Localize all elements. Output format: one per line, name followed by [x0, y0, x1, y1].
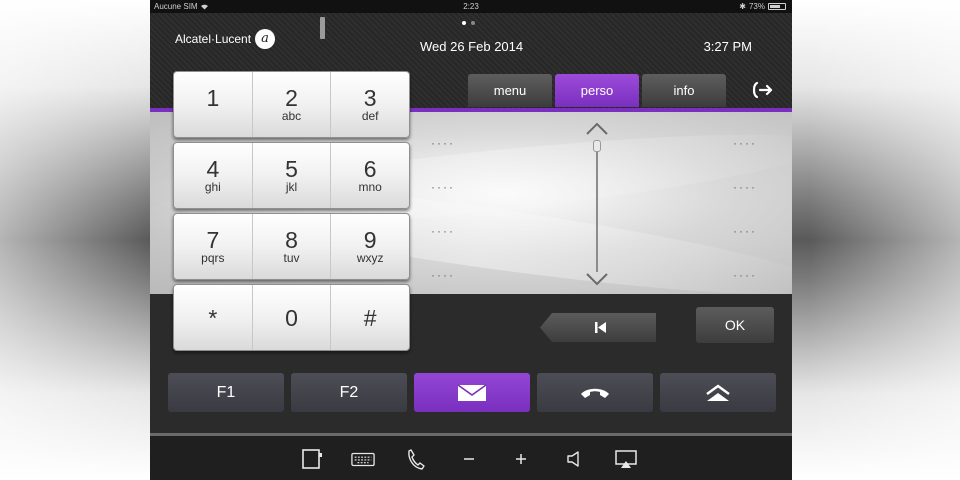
dial-key-6[interactable]: 6 mno — [330, 143, 409, 208]
dialpad-row: * 0 # — [173, 284, 410, 351]
dial-digit: 6 — [363, 156, 377, 182]
expand-button[interactable] — [660, 373, 776, 412]
scroll-track[interactable] — [596, 148, 598, 272]
dial-digit: 8 — [285, 227, 298, 253]
dial-letters: abc — [281, 109, 302, 123]
dial-key-4[interactable]: 4 ghi — [174, 143, 252, 208]
bottom-toolbar — [150, 436, 792, 480]
scroll-down-icon[interactable] — [585, 272, 609, 286]
status-clock: 2:23 — [463, 2, 479, 11]
dialpad-row: 1 2 abc 3 def — [173, 71, 410, 138]
dial-digit: 2 — [285, 85, 298, 111]
dial-key-8[interactable]: 8 tuv — [251, 214, 331, 279]
scroll-thumb[interactable] — [593, 140, 601, 152]
prog-key-right-3[interactable]: ···· — [733, 224, 757, 238]
page-indicator — [462, 21, 475, 25]
dial-letters: wxyz — [356, 251, 384, 265]
tab-perso[interactable]: perso — [555, 74, 639, 107]
bluetooth-icon: ✱ — [739, 2, 746, 11]
f1-button[interactable]: F1 — [168, 373, 284, 412]
battery-icon — [768, 3, 786, 10]
tab-menu[interactable]: menu — [468, 74, 552, 107]
tab-info[interactable]: info — [642, 74, 726, 107]
alcatel-lucent-logo-icon: a — [255, 29, 276, 49]
background-blur-left — [0, 0, 150, 480]
skip-back-icon — [595, 322, 606, 333]
dial-key-2[interactable]: 2 abc — [251, 72, 331, 137]
dial-digit: 5 — [285, 156, 298, 182]
keyboard-icon[interactable] — [351, 448, 375, 470]
eject-up-icon — [706, 384, 730, 401]
page-dot — [471, 21, 475, 25]
date-label: Wed 26 Feb 2014 — [420, 39, 524, 54]
prog-key-left-4[interactable]: ···· — [431, 268, 455, 282]
background-blur-right — [810, 0, 960, 480]
prog-key-right-1[interactable]: ···· — [733, 136, 757, 150]
envelope-icon — [457, 383, 487, 401]
dial-digit: 0 — [285, 304, 298, 331]
phone-app-screen: Aucune SIM 2:23 ✱ 73% Alcatel·Lucent a W… — [150, 0, 792, 480]
dial-key-5[interactable]: 5 jkl — [251, 143, 331, 208]
dial-key-9[interactable]: 9 wxyz — [330, 214, 409, 279]
dialpad-row: 7 pqrs 8 tuv 9 wxyz — [173, 213, 410, 280]
dial-digit: 9 — [363, 227, 377, 253]
dial-letters: pqrs — [201, 251, 225, 265]
battery-percent: 73% — [748, 2, 765, 11]
dial-digit: # — [363, 304, 377, 331]
phone-handset-icon[interactable] — [404, 448, 428, 470]
time-label: 3:27 PM — [703, 39, 752, 54]
dialpad: 1 2 abc 3 def 4 ghi 5 jkl 6 mno 7 pqrs 8 tuv 9w… — [173, 71, 410, 355]
prog-key-left-1[interactable]: ···· — [431, 136, 455, 150]
dial-digit: 3 — [363, 85, 377, 111]
page-dot-active — [462, 21, 466, 25]
brand-logo: Alcatel·Lucent a — [175, 29, 276, 49]
airplay-icon[interactable] — [614, 448, 638, 470]
plus-icon[interactable] — [509, 448, 533, 470]
drag-handle[interactable] — [320, 17, 325, 39]
dial-key-7[interactable]: 7 pqrs — [174, 214, 252, 279]
dial-key-0[interactable]: 0 — [251, 285, 331, 350]
dial-key-hash[interactable]: # — [330, 285, 409, 350]
speaker-icon[interactable] — [562, 448, 586, 470]
dial-letters: jkl — [285, 180, 298, 194]
dialpad-row: 4 ghi 5 jkl 6 mno — [173, 142, 410, 209]
dial-digit: 1 — [206, 85, 220, 111]
dial-letters: ghi — [204, 180, 221, 194]
dial-digit: 7 — [206, 227, 220, 253]
dial-digit: 4 — [206, 156, 220, 182]
hangup-icon — [581, 388, 609, 398]
exit-arrow-icon[interactable] — [750, 79, 774, 101]
prog-key-right-4[interactable]: ···· — [733, 268, 757, 282]
brand-name: Alcatel·Lucent — [175, 32, 252, 46]
dial-key-1[interactable]: 1 — [174, 72, 252, 137]
ok-button[interactable]: OK — [696, 307, 774, 343]
dial-digit: * — [208, 304, 218, 331]
dial-letters: tuv — [283, 251, 300, 265]
dial-key-star[interactable]: * — [174, 285, 252, 350]
prog-key-left-2[interactable]: ···· — [431, 180, 455, 194]
tab-bar: menu perso info — [468, 74, 726, 107]
f2-button[interactable]: F2 — [291, 373, 407, 412]
hangup-button[interactable] — [537, 373, 653, 412]
battery-indicator: ✱ 73% — [739, 0, 786, 13]
ios-status-bar: Aucune SIM 2:23 ✱ 73% — [150, 0, 792, 13]
prog-key-right-2[interactable]: ···· — [733, 180, 757, 194]
function-keys: F1 F2 — [168, 373, 776, 412]
scroll-up-icon[interactable] — [585, 122, 609, 136]
dial-letters: mno — [358, 180, 382, 194]
prog-key-left-3[interactable]: ···· — [431, 224, 455, 238]
skip-back-button[interactable] — [540, 313, 656, 342]
dial-letters: def — [361, 109, 379, 123]
voicemail-button[interactable] — [414, 373, 530, 412]
contacts-book-icon[interactable] — [300, 448, 324, 470]
dial-key-3[interactable]: 3 def — [330, 72, 409, 137]
minus-icon[interactable] — [457, 448, 481, 470]
